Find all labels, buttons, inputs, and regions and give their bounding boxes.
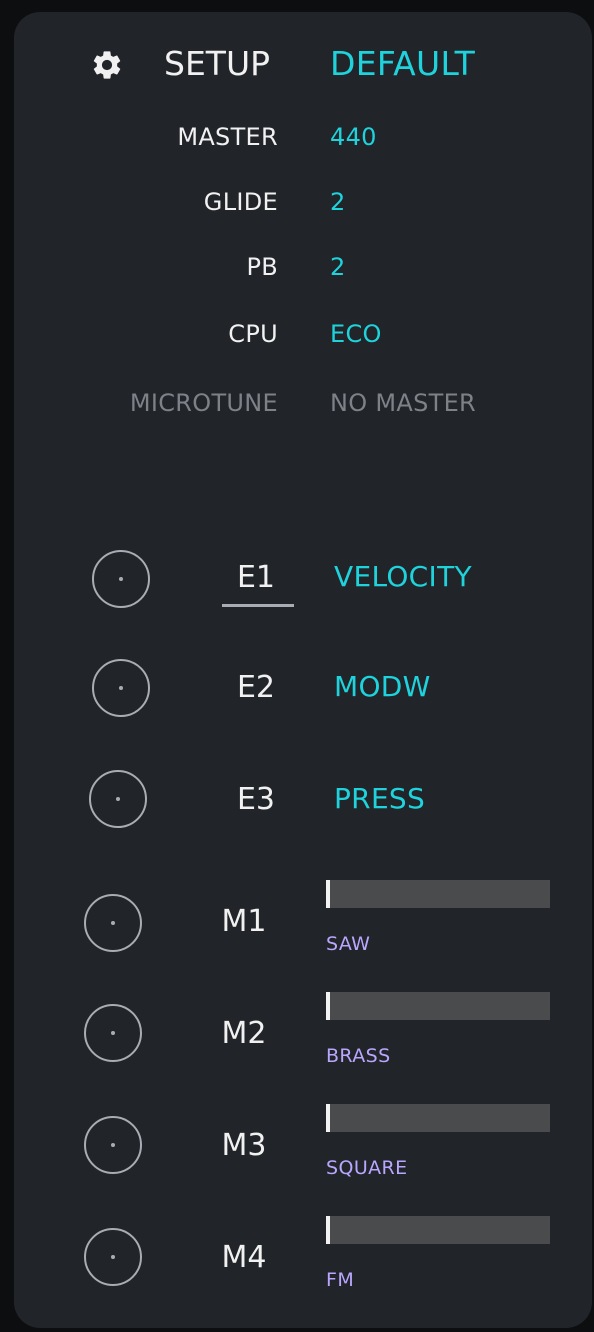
m2-label[interactable]: M2 xyxy=(194,1016,294,1052)
m2-knob[interactable] xyxy=(84,1004,142,1062)
m1-caption: SAW xyxy=(326,933,371,955)
m1-knob[interactable] xyxy=(84,894,142,952)
setup-panel: SETUP DEFAULT MASTER 440 GLIDE 2 PB 2 CP… xyxy=(14,12,592,1328)
pb-value[interactable]: 2 xyxy=(330,252,346,282)
e2-knob[interactable] xyxy=(92,659,150,717)
m1-level-fill xyxy=(326,880,330,908)
m4-level-bar[interactable] xyxy=(326,1216,550,1244)
knob-indicator xyxy=(116,797,120,801)
e2-label[interactable]: E2 xyxy=(216,670,296,706)
e3-knob[interactable] xyxy=(89,770,147,828)
e1-label[interactable]: E1 xyxy=(216,560,296,596)
master-label: MASTER xyxy=(177,123,278,151)
e3-label[interactable]: E3 xyxy=(216,782,296,818)
microtune-value: NO MASTER xyxy=(330,389,477,417)
m4-level-fill xyxy=(326,1216,330,1244)
microtune-label: MICROTUNE xyxy=(129,389,278,417)
glide-label: GLIDE xyxy=(203,188,278,216)
e1-selected-underline xyxy=(222,604,294,607)
m4-knob[interactable] xyxy=(84,1228,142,1286)
m3-level-bar[interactable] xyxy=(326,1104,550,1132)
pb-label: PB xyxy=(246,253,278,281)
knob-indicator xyxy=(111,921,115,925)
e2-target[interactable]: MODW xyxy=(334,672,431,702)
m4-label[interactable]: M4 xyxy=(194,1240,294,1276)
m2-level-bar[interactable] xyxy=(326,992,550,1020)
cpu-label: CPU xyxy=(228,320,278,348)
m4-caption: FM xyxy=(326,1269,355,1291)
knob-indicator xyxy=(111,1255,115,1259)
gear-icon[interactable] xyxy=(90,48,124,82)
m3-label[interactable]: M3 xyxy=(194,1128,294,1164)
m2-caption: BRASS xyxy=(326,1045,391,1067)
m1-level-bar[interactable] xyxy=(326,880,550,908)
e1-target[interactable]: VELOCITY xyxy=(334,562,472,592)
m3-caption: SQUARE xyxy=(326,1157,408,1179)
setup-title: SETUP xyxy=(164,44,271,83)
e3-target[interactable]: PRESS xyxy=(334,784,425,814)
m3-level-fill xyxy=(326,1104,330,1132)
knob-indicator xyxy=(119,577,123,581)
knob-indicator xyxy=(111,1031,115,1035)
m1-label[interactable]: M1 xyxy=(194,904,294,940)
e1-knob[interactable] xyxy=(92,550,150,608)
cpu-value[interactable]: ECO xyxy=(330,319,382,349)
m2-level-fill xyxy=(326,992,330,1020)
knob-indicator xyxy=(119,686,123,690)
master-value[interactable]: 440 xyxy=(330,122,377,152)
m3-knob[interactable] xyxy=(84,1116,142,1174)
preset-value[interactable]: DEFAULT xyxy=(330,44,475,84)
glide-value[interactable]: 2 xyxy=(330,187,346,217)
knob-indicator xyxy=(111,1143,115,1147)
